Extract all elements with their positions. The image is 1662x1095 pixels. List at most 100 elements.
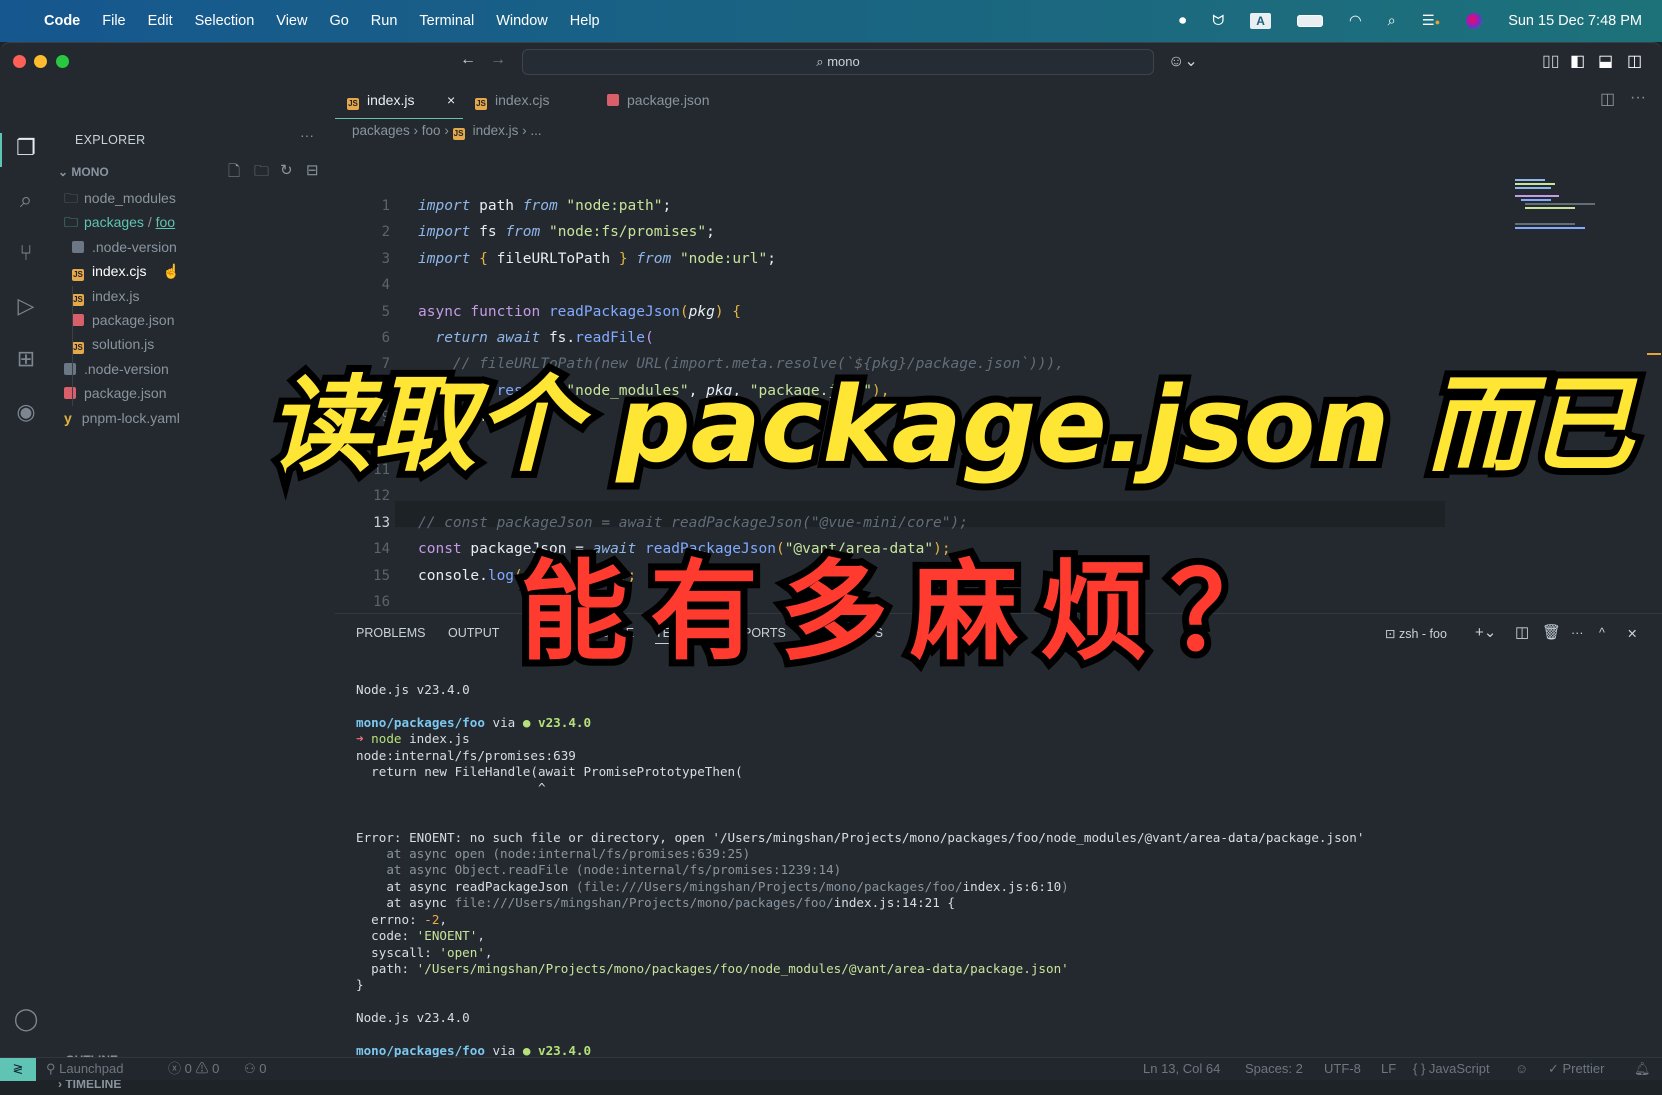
tree-item[interactable]: y pnpm-lock.yaml bbox=[64, 407, 180, 429]
command-center-search[interactable]: ⌕ mono bbox=[522, 49, 1154, 75]
tree-item[interactable]: .node-version bbox=[64, 358, 169, 380]
battery-icon[interactable] bbox=[1296, 15, 1323, 27]
airpods-icon[interactable]: ᗢ bbox=[1212, 13, 1224, 29]
search-text: mono bbox=[827, 54, 860, 69]
tab-index-cjs[interactable]: JS index.cjs bbox=[463, 81, 549, 119]
menu-view[interactable]: View bbox=[276, 13, 307, 29]
code-line[interactable]: import { fileURLToPath } from "node:url"… bbox=[418, 251, 776, 267]
menu-app-name[interactable]: Code bbox=[44, 13, 80, 29]
code-line[interactable]: async function readPackageJson(pkg) { bbox=[418, 304, 741, 320]
tree-item[interactable]: package.json bbox=[64, 382, 167, 404]
menu-file[interactable]: File bbox=[102, 13, 125, 29]
control-center-icon[interactable]: ☰● bbox=[1422, 13, 1440, 29]
new-folder-icon[interactable]: 🗀 bbox=[254, 161, 269, 186]
toggle-panel-icon[interactable]: ⬓ bbox=[1598, 51, 1613, 71]
panel-tab-problems[interactable]: PROBLEMS bbox=[356, 626, 425, 640]
clock[interactable]: Sun 15 Dec 7:48 PM bbox=[1508, 13, 1642, 29]
minimap[interactable] bbox=[1515, 179, 1605, 229]
breadcrumb-file[interactable]: index.js bbox=[473, 123, 519, 138]
tree-item[interactable]: 🗀 node_modules bbox=[64, 187, 176, 209]
panel-more-icon[interactable]: ··· bbox=[1571, 626, 1584, 640]
tree-item[interactable]: package.json bbox=[72, 309, 175, 331]
notifications-bell-icon[interactable]: 🔔︎ bbox=[1634, 1058, 1651, 1080]
menu-terminal[interactable]: Terminal bbox=[419, 13, 474, 29]
collapse-all-icon[interactable]: ⊟ bbox=[306, 161, 319, 179]
terminal-text: , bbox=[484, 944, 493, 960]
encoding[interactable]: UTF-8 bbox=[1324, 1058, 1361, 1080]
panel-tab-output[interactable]: OUTPUT bbox=[448, 626, 499, 640]
refresh-icon[interactable]: ↻ bbox=[280, 161, 293, 179]
customize-layout-icon[interactable]: ▯▯ bbox=[1542, 51, 1560, 71]
close-panel-icon[interactable]: ✕ bbox=[1627, 626, 1637, 641]
language-mode[interactable]: { } JavaScript bbox=[1413, 1058, 1490, 1080]
source-control-icon[interactable]: ⑂ bbox=[12, 239, 40, 267]
launchpad-button[interactable]: ⚲ Launchpad bbox=[46, 1058, 123, 1080]
run-debug-icon[interactable]: ▷ bbox=[12, 292, 40, 320]
minimize-window-button[interactable] bbox=[34, 55, 47, 68]
more-actions-icon[interactable]: ··· bbox=[300, 127, 314, 143]
js-file-icon: JS bbox=[452, 128, 465, 140]
terminal-output[interactable]: Node.js v23.4.0 mono/packages/foo via ● … bbox=[356, 682, 1364, 1076]
back-arrow-icon[interactable]: ← bbox=[460, 51, 476, 69]
chevron-down-icon: ⌄ bbox=[58, 165, 72, 179]
siri-icon[interactable] bbox=[1466, 13, 1483, 29]
maximize-window-button[interactable] bbox=[56, 55, 69, 68]
terminal-text: via bbox=[484, 1042, 523, 1058]
kill-terminal-icon[interactable]: 🗑 bbox=[1542, 623, 1561, 641]
problems-indicator[interactable]: ⓧ 0 ⚠ 0 bbox=[168, 1058, 219, 1080]
terminal-instance[interactable]: ⊡ zsh - foo bbox=[1385, 626, 1447, 641]
code-line[interactable]: import fs from "node:fs/promises"; bbox=[418, 224, 715, 240]
tree-item[interactable]: JS solution.js bbox=[72, 333, 154, 355]
toggle-secondary-sidebar-icon[interactable]: ◫ bbox=[1627, 51, 1642, 71]
new-file-icon[interactable]: 🗋 bbox=[228, 161, 240, 186]
menu-selection[interactable]: Selection bbox=[195, 13, 255, 29]
menu-edit[interactable]: Edit bbox=[148, 13, 173, 29]
tree-item[interactable]: .node-version bbox=[72, 236, 177, 258]
close-window-button[interactable] bbox=[13, 55, 26, 68]
forward-arrow-icon[interactable]: → bbox=[490, 51, 506, 69]
prettier-status[interactable]: ✓ Prettier bbox=[1548, 1058, 1604, 1080]
split-terminal-icon[interactable]: ◫ bbox=[1515, 623, 1529, 641]
input-source-indicator[interactable]: A bbox=[1250, 13, 1271, 29]
copilot-icon[interactable]: ☺⌄ bbox=[1168, 51, 1198, 71]
menu-window[interactable]: Window bbox=[496, 13, 548, 29]
tree-item[interactable]: 🗀 packages / foo bbox=[64, 211, 175, 233]
workspace-root[interactable]: ⌄ MONO bbox=[58, 161, 109, 183]
breadcrumb-foo[interactable]: foo bbox=[422, 123, 441, 138]
cursor-position[interactable]: Ln 13, Col 64 bbox=[1143, 1058, 1220, 1080]
extensions-icon[interactable]: ⊞ bbox=[12, 345, 40, 373]
tree-item[interactable]: JS index.js bbox=[72, 285, 139, 307]
tree-item[interactable]: JS index.cjs ☝ bbox=[72, 260, 180, 282]
maximize-panel-icon[interactable]: ^ bbox=[1599, 626, 1605, 640]
menu-help[interactable]: Help bbox=[570, 13, 600, 29]
remote-indicator-icon[interactable]: ≷ bbox=[0, 1058, 36, 1081]
ports-indicator[interactable]: ⚇ 0 bbox=[244, 1058, 267, 1080]
toggle-sidebar-icon[interactable]: ◧ bbox=[1570, 51, 1585, 71]
new-terminal-icon[interactable]: +⌄ bbox=[1475, 623, 1496, 641]
explorer-icon[interactable]: ❐ bbox=[12, 134, 40, 162]
copilot-status-icon[interactable]: ☺ bbox=[1515, 1058, 1528, 1080]
remote-explorer-icon[interactable]: ◉ bbox=[12, 398, 40, 426]
tab-package-json[interactable]: package.json bbox=[595, 81, 710, 119]
tab-index-js[interactable]: JS index.js × bbox=[335, 81, 463, 119]
spotlight-search-icon[interactable]: ⌕ bbox=[1388, 13, 1396, 29]
close-tab-icon[interactable]: × bbox=[447, 81, 455, 119]
terminal-line: code: 'ENOENT', bbox=[356, 928, 1364, 944]
editor-more-icon[interactable]: ··· bbox=[1630, 89, 1646, 107]
line-ending[interactable]: LF bbox=[1381, 1058, 1396, 1080]
indentation[interactable]: Spaces: 2 bbox=[1245, 1058, 1303, 1080]
breadcrumb-symbol[interactable]: ... bbox=[530, 123, 541, 138]
split-editor-icon[interactable]: ◫ bbox=[1600, 89, 1615, 109]
screen-record-icon[interactable]: ⏺ bbox=[1179, 13, 1186, 29]
breadcrumb-packages[interactable]: packages bbox=[352, 123, 410, 138]
code-token: "node:fs/promises" bbox=[540, 224, 707, 241]
code-line[interactable]: import path from "node:path"; bbox=[418, 198, 671, 214]
terminal-text: ^ bbox=[356, 780, 546, 796]
menu-run[interactable]: Run bbox=[371, 13, 398, 29]
wifi-icon[interactable]: ◠ bbox=[1349, 13, 1362, 29]
menu-go[interactable]: Go bbox=[329, 13, 348, 29]
code-token: "node:url" bbox=[671, 250, 768, 267]
terminal-line: ^ bbox=[356, 780, 1364, 796]
search-icon[interactable]: ⌕ bbox=[12, 186, 40, 214]
account-icon[interactable]: ◯ bbox=[12, 1005, 40, 1033]
